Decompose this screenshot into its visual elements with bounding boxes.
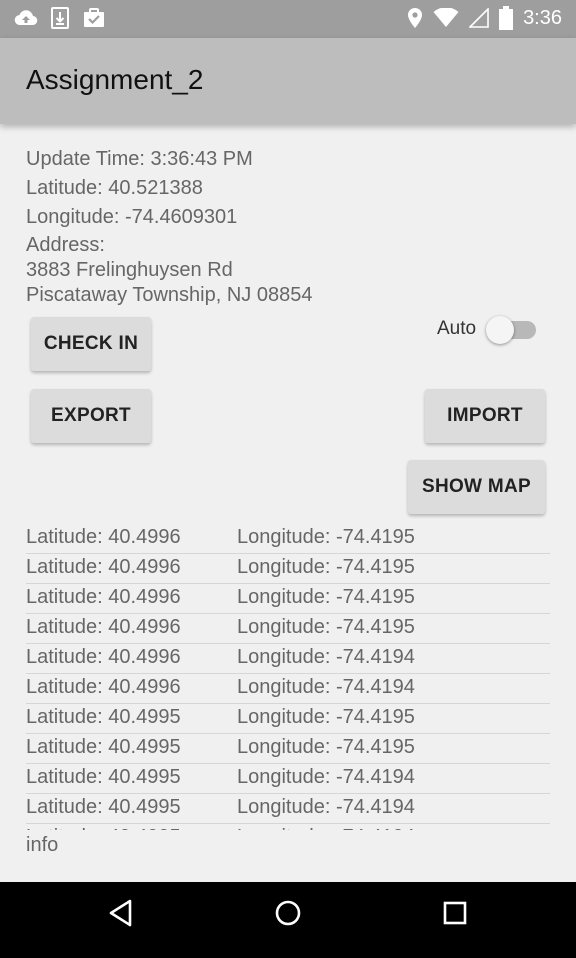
cloud-upload-icon — [14, 7, 38, 31]
wifi-icon — [433, 8, 459, 28]
list-item[interactable]: Latitude: 40.4996 Longitude: -74.4195 — [26, 524, 550, 554]
show-map-button[interactable]: SHOW MAP — [408, 460, 545, 514]
list-item[interactable]: Latitude: 40.4996 Longitude: -74.4194 — [26, 674, 550, 704]
current-latitude-text: Latitude: 40.521388 — [26, 177, 203, 199]
clipboard-check-icon — [82, 7, 106, 31]
list-item[interactable]: Latitude: 40.4995 Longitude: -74.4194 — [26, 764, 550, 794]
list-item-latitude: Latitude: 40.4996 — [26, 676, 181, 698]
switch-thumb — [486, 316, 514, 344]
list-item[interactable]: Latitude: 40.4996 Longitude: -74.4194 — [26, 644, 550, 674]
phone-screen: 3:36 Assignment_2 Update Time: 3:36:43 P… — [0, 0, 576, 958]
list-item-latitude: Latitude: 40.4995 — [26, 736, 181, 758]
list-item[interactable]: Latitude: 40.4995 Longitude: -74.4195 — [26, 734, 550, 764]
check-in-button[interactable]: CHECK IN — [31, 317, 151, 371]
navigation-bar — [0, 882, 576, 958]
list-item-latitude: Latitude: 40.4995 — [26, 706, 181, 728]
list-item-longitude: Longitude: -74.4195 — [237, 616, 415, 638]
auto-toggle-switch[interactable] — [486, 316, 538, 344]
list-item-longitude: Longitude: -74.4195 — [237, 706, 415, 728]
list-item-longitude: Longitude: -74.4195 — [237, 586, 415, 608]
list-item[interactable]: Latitude: 40.4995 Longitude: -74.4194 — [26, 824, 550, 830]
list-item[interactable]: Latitude: 40.4995 Longitude: -74.4194 — [26, 794, 550, 824]
app-bar: Assignment_2 — [0, 38, 576, 124]
list-item-latitude: Latitude: 40.4996 — [26, 556, 181, 578]
list-item-longitude: Longitude: -74.4195 — [237, 556, 415, 578]
address-line-1: 3883 Frelinghuysen Rd — [26, 259, 233, 281]
battery-icon — [499, 6, 514, 30]
list-item-longitude: Longitude: -74.4195 — [237, 526, 415, 548]
list-item-longitude: Longitude: -74.4194 — [237, 826, 415, 830]
home-icon[interactable] — [264, 898, 312, 942]
list-item-longitude: Longitude: -74.4194 — [237, 646, 415, 668]
status-bar: 3:36 — [0, 0, 576, 38]
download-icon — [50, 7, 70, 31]
list-item[interactable]: Latitude: 40.4996 Longitude: -74.4195 — [26, 554, 550, 584]
export-button[interactable]: EXPORT — [31, 389, 151, 443]
location-history-list[interactable]: Latitude: 40.4996 Longitude: -74.4195 Lati… — [26, 524, 550, 830]
info-text: info — [26, 834, 59, 856]
list-item-latitude: Latitude: 40.4996 — [26, 526, 181, 548]
list-item-latitude: Latitude: 40.4996 — [26, 586, 181, 608]
list-item-longitude: Longitude: -74.4194 — [237, 796, 415, 818]
list-item-longitude: Longitude: -74.4194 — [237, 676, 415, 698]
import-button[interactable]: IMPORT — [425, 389, 545, 443]
back-icon[interactable] — [97, 898, 145, 942]
auto-toggle-label: Auto — [437, 318, 477, 339]
list-item-longitude: Longitude: -74.4195 — [237, 736, 415, 758]
signal-icon — [469, 8, 489, 28]
app-title: Assignment_2 — [26, 64, 204, 95]
current-longitude-text: Longitude: -74.4609301 — [26, 206, 238, 228]
recents-icon[interactable] — [431, 898, 479, 942]
list-item-longitude: Longitude: -74.4194 — [237, 766, 415, 788]
list-item[interactable]: Latitude: 40.4995 Longitude: -74.4195 — [26, 704, 550, 734]
update-time-text: Update Time: 3:36:43 PM — [26, 148, 253, 170]
address-line-2: Piscataway Township, NJ 08854 — [26, 284, 313, 306]
list-item-latitude: Latitude: 40.4995 — [26, 796, 181, 818]
list-item-latitude: Latitude: 40.4996 — [26, 646, 181, 668]
location-pin-icon — [407, 7, 423, 29]
status-time: 3:36 — [523, 6, 562, 29]
list-item[interactable]: Latitude: 40.4996 Longitude: -74.4195 — [26, 584, 550, 614]
list-item-latitude: Latitude: 40.4995 — [26, 826, 181, 830]
list-item-latitude: Latitude: 40.4995 — [26, 766, 181, 788]
list-item[interactable]: Latitude: 40.4996 Longitude: -74.4195 — [26, 614, 550, 644]
address-label: Address: — [26, 234, 105, 256]
list-item-latitude: Latitude: 40.4996 — [26, 616, 181, 638]
